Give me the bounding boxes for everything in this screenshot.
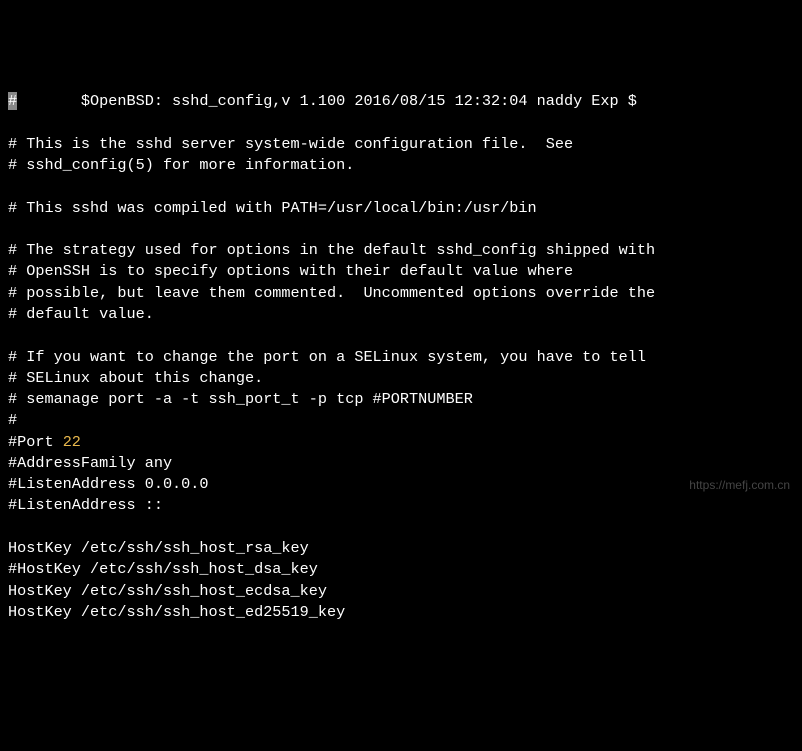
config-line: # default value. [8,305,154,323]
config-line: # SELinux about this change. [8,369,263,387]
config-line: # This sshd was compiled with PATH=/usr/… [8,199,537,217]
terminal-viewport[interactable]: # $OpenBSD: sshd_config,v 1.100 2016/08/… [8,91,794,623]
header-line: # $OpenBSD: sshd_config,v 1.100 2016/08/… [8,92,637,110]
config-line: #HostKey /etc/ssh/ssh_host_dsa_key [8,560,318,578]
watermark-text: https://mefj.com.cn [689,477,790,494]
config-line: # If you want to change the port on a SE… [8,348,646,366]
config-line: # sshd_config(5) for more information. [8,156,354,174]
config-line: # [8,411,17,429]
config-line: HostKey /etc/ssh/ssh_host_ed25519_key [8,603,345,621]
config-line: #AddressFamily any [8,454,172,472]
config-line: #ListenAddress 0.0.0.0 [8,475,209,493]
config-line: HostKey /etc/ssh/ssh_host_rsa_key [8,539,309,557]
config-line: # semanage port -a -t ssh_port_t -p tcp … [8,390,473,408]
config-line: # possible, but leave them commented. Un… [8,284,655,302]
config-line: #ListenAddress :: [8,496,163,514]
config-line: # OpenSSH is to specify options with the… [8,262,573,280]
config-line: # This is the sshd server system-wide co… [8,135,573,153]
port-line: #Port 22 [8,433,81,451]
port-value: 22 [63,433,81,451]
config-line: HostKey /etc/ssh/ssh_host_ecdsa_key [8,582,327,600]
config-line: # The strategy used for options in the d… [8,241,655,259]
